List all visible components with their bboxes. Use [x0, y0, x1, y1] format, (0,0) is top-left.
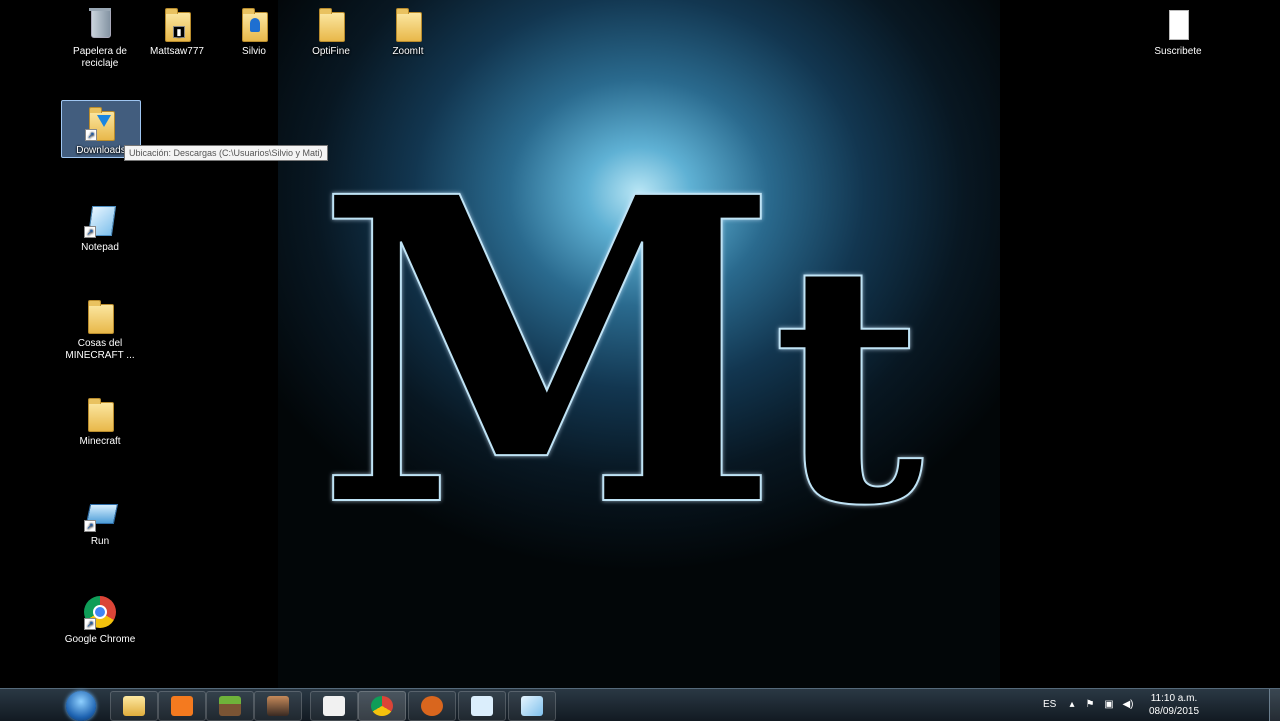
user-folder-icon — [236, 6, 272, 42]
folder-icon — [82, 396, 118, 432]
folder-icon — [390, 6, 426, 42]
taskbar-chrome[interactable] — [358, 691, 406, 721]
chrome-icon: ↗ — [82, 594, 118, 630]
notepad-label: Notepad — [81, 242, 119, 253]
action-center-flag-icon[interactable]: ⚑ — [1084, 699, 1096, 711]
document-icon — [1160, 6, 1196, 42]
location-tooltip: Ubicación: Descargas (C:\Usuarios\Silvio… — [124, 145, 328, 161]
mt-logo: M t — [315, 106, 928, 601]
taskbar-media-player[interactable] — [158, 691, 206, 721]
cosas-minecraft-label: Cosas del MINECRAFT ... — [65, 338, 135, 361]
clock-time[interactable]: 11:10 a.m. — [1148, 693, 1200, 705]
optifine-folder[interactable]: OptiFine — [292, 2, 370, 58]
mattsaw-label: Mattsaw777 — [150, 46, 204, 57]
zoomit-folder[interactable]: ZoomIt — [369, 2, 447, 58]
taskbar-agar-io[interactable] — [310, 691, 358, 721]
taskbar-notepad[interactable] — [508, 691, 556, 721]
taskbar-magnifier[interactable] — [458, 691, 506, 721]
trash-icon — [82, 6, 118, 42]
folder-icon — [313, 6, 349, 42]
explorer-icon — [123, 696, 145, 716]
recycle-bin-icon[interactable]: Papelera de reciclaje — [61, 2, 139, 70]
taskbar-explorer[interactable] — [110, 691, 158, 721]
silvio-label: Silvio — [242, 46, 266, 57]
recycle-bin-label: Papelera de reciclaje — [73, 46, 127, 69]
logo-letter-m: M — [316, 107, 781, 600]
show-desktop-button[interactable] — [1269, 689, 1280, 721]
start-button[interactable] — [66, 691, 96, 721]
cosas-minecraft-folder[interactable]: Cosas del MINECRAFT ... — [61, 294, 139, 362]
notepad-shortcut[interactable]: ↗ Notepad — [61, 198, 139, 254]
glove-icon — [421, 696, 443, 716]
logo-letter-t: t — [772, 190, 927, 578]
taskbar-game-character[interactable] — [254, 691, 302, 721]
volume-icon[interactable]: ◀) — [1122, 699, 1134, 711]
notepad-icon — [521, 696, 543, 716]
google-chrome-shortcut[interactable]: ↗ Google Chrome — [61, 590, 139, 646]
show-hidden-icons-arrow-icon[interactable]: ▴ — [1066, 699, 1078, 711]
mattsaw-folder[interactable]: ▮ Mattsaw777 — [138, 2, 216, 58]
run-label: Run — [90, 536, 110, 547]
network-icon[interactable]: ▣ — [1103, 699, 1115, 711]
game-character-icon — [267, 696, 289, 716]
media-player-icon — [171, 696, 193, 716]
suscribete-file[interactable]: Suscribete — [1139, 2, 1217, 58]
minecraft-folder[interactable]: Minecraft — [61, 392, 139, 448]
minecraft-icon — [219, 696, 241, 716]
downloads-folder-icon: ↗ — [83, 105, 119, 141]
magnifier-icon — [471, 696, 493, 716]
taskbar-minecraft[interactable] — [206, 691, 254, 721]
clock-date[interactable]: 08/09/2015 — [1148, 706, 1200, 718]
language-indicator[interactable]: ES — [1043, 699, 1056, 711]
optifine-label: OptiFine — [312, 46, 350, 57]
folder-icon: ▮ — [159, 6, 195, 42]
run-icon: ↗ — [82, 496, 119, 532]
notepad-icon: ↗ — [82, 202, 118, 238]
zoomit-label: ZoomIt — [392, 46, 424, 57]
taskbar: ES ▴ ⚑ ▣ ◀) 11:10 a.m. 08/09/2015 — [0, 688, 1280, 721]
silvio-folder[interactable]: Silvio — [215, 2, 293, 58]
chrome-icon — [371, 696, 393, 716]
agar-io-icon — [323, 696, 345, 716]
folder-icon — [82, 298, 118, 334]
suscribete-label: Suscribete — [1154, 46, 1202, 57]
taskbar-glove-app[interactable] — [408, 691, 456, 721]
run-shortcut[interactable]: ↗ Run — [61, 492, 139, 548]
minecraft-label: Minecraft — [79, 436, 121, 447]
google-chrome-label: Google Chrome — [64, 634, 136, 645]
